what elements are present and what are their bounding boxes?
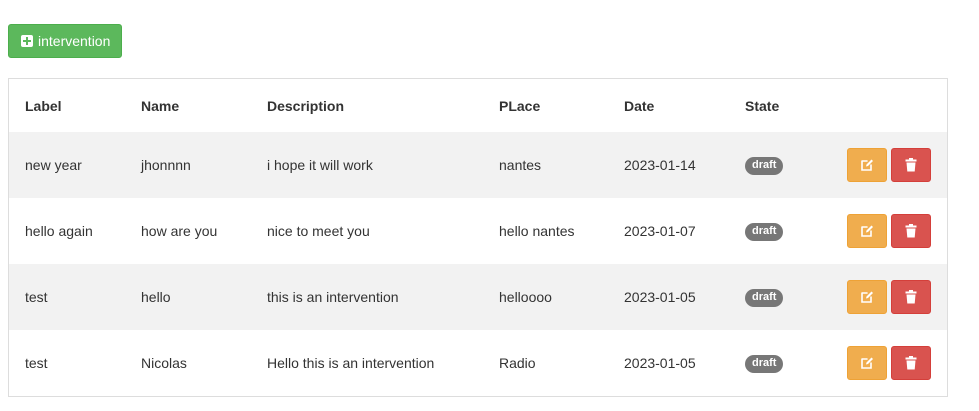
edit-button[interactable]: [847, 280, 887, 314]
cell-date: 2023-01-05: [624, 355, 696, 371]
cell-description: this is an intervention: [267, 289, 399, 305]
page: intervention Label Name Description PLac…: [0, 0, 979, 411]
add-intervention-button[interactable]: intervention: [8, 24, 122, 58]
header-date: Date: [624, 97, 655, 114]
cell-date: 2023-01-05: [624, 289, 696, 305]
cell-name: hello: [141, 289, 171, 305]
cell-description: nice to meet you: [267, 223, 370, 239]
cell-place: hello nantes: [499, 223, 575, 239]
header-name: Name: [141, 97, 180, 114]
header-actions: [819, 79, 947, 132]
edit-icon: [861, 225, 873, 237]
cell-description: i hope it will work: [267, 157, 373, 173]
cell-name: how are you: [141, 223, 218, 239]
edit-button[interactable]: [847, 214, 887, 248]
cell-name: Nicolas: [141, 355, 187, 371]
cell-state: draft: [729, 330, 819, 396]
table-row: new year jhonnnn i hope it will work nan…: [9, 132, 947, 198]
cell-label: hello again: [25, 223, 93, 239]
cell-state: draft: [729, 264, 819, 330]
cell-description: Hello this is an intervention: [267, 355, 435, 371]
status-badge: draft: [745, 289, 784, 307]
edit-icon: [861, 159, 873, 171]
header-state: State: [745, 97, 780, 114]
cell-actions: [819, 132, 947, 198]
trash-icon: [905, 224, 917, 238]
cell-place: helloooo: [499, 289, 552, 305]
header-label: Label: [25, 97, 62, 114]
cell-state: draft: [729, 132, 819, 198]
plus-square-icon: [21, 35, 33, 47]
trash-icon: [905, 158, 917, 172]
cell-actions: [819, 198, 947, 264]
trash-icon: [905, 356, 917, 370]
interventions-table: Label Name Description PLace Date State …: [9, 79, 947, 396]
delete-button[interactable]: [891, 148, 931, 182]
edit-icon: [861, 291, 873, 303]
cell-actions: [819, 264, 947, 330]
table-row: test hello this is an intervention hello…: [9, 264, 947, 330]
status-badge: draft: [745, 355, 784, 373]
cell-date: 2023-01-07: [624, 223, 696, 239]
cell-label: new year: [25, 157, 82, 173]
delete-button[interactable]: [891, 214, 931, 248]
table-row: hello again how are you nice to meet you…: [9, 198, 947, 264]
cell-label: test: [25, 355, 48, 371]
table-header-row: Label Name Description PLace Date State: [9, 79, 947, 132]
edit-icon: [861, 357, 873, 369]
cell-state: draft: [729, 198, 819, 264]
cell-place: Radio: [499, 355, 536, 371]
trash-icon: [905, 290, 917, 304]
edit-button[interactable]: [847, 346, 887, 380]
cell-name: jhonnnn: [141, 157, 191, 173]
status-badge: draft: [745, 223, 784, 241]
cell-place: nantes: [499, 157, 542, 173]
delete-button[interactable]: [891, 346, 931, 380]
interventions-table-container: Label Name Description PLace Date State …: [8, 78, 948, 397]
cell-actions: [819, 330, 947, 396]
header-description: Description: [267, 97, 345, 114]
delete-button[interactable]: [891, 280, 931, 314]
add-intervention-label: intervention: [38, 33, 111, 49]
edit-button[interactable]: [847, 148, 887, 182]
cell-date: 2023-01-14: [624, 157, 696, 173]
status-badge: draft: [745, 157, 784, 175]
cell-label: test: [25, 289, 48, 305]
table-row: test Nicolas Hello this is an interventi…: [9, 330, 947, 396]
header-place: PLace: [499, 97, 541, 114]
